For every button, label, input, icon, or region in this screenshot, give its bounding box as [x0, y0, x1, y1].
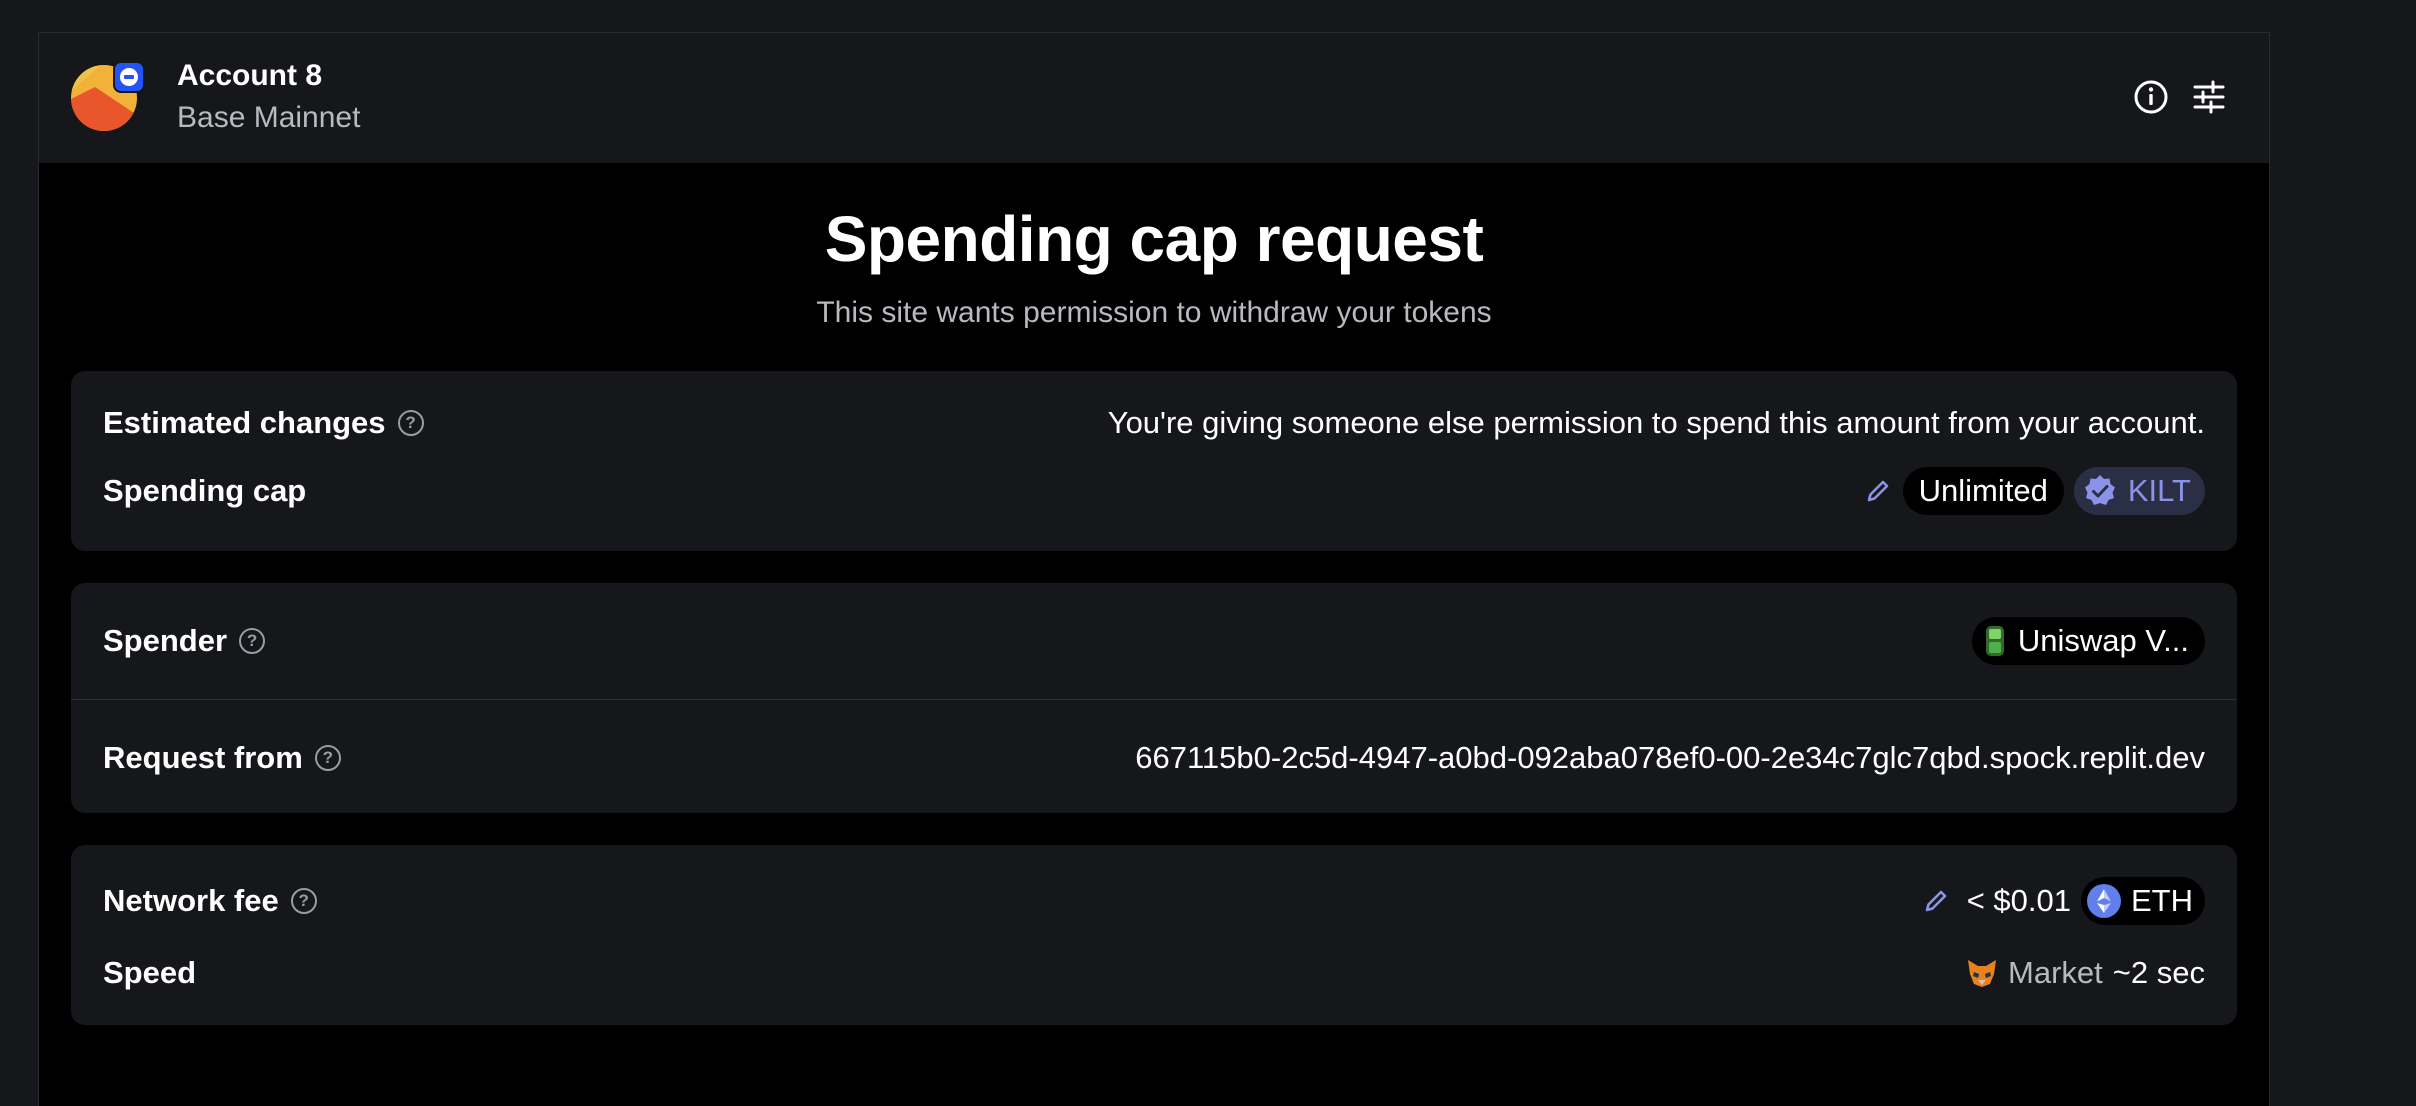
speed-mode: Market — [2008, 955, 2103, 990]
network-badge-icon — [113, 61, 145, 93]
speed-time: ~2 sec — [2112, 955, 2205, 990]
request-from-value: 667115b0-2c5d-4947-a0bd-092aba078ef0-00-… — [1135, 740, 2205, 775]
settings-sliders-icon[interactable] — [2191, 79, 2227, 115]
estimated-changes-description: You're giving someone else permission to… — [1107, 405, 2205, 440]
page-title: Spending cap request — [824, 203, 1484, 275]
help-icon[interactable]: ? — [314, 745, 341, 771]
estimated-changes-card: Estimated changes ? You're giving someon… — [71, 371, 2237, 551]
network-fee-value: < $0.01 — [1966, 883, 2071, 918]
account-avatar — [71, 61, 145, 131]
help-icon[interactable]: ? — [239, 628, 266, 654]
info-icon[interactable] — [2133, 79, 2169, 115]
request-from-label: Request from — [103, 740, 303, 775]
confirmation-window: Account 8 Base Mainnet Spending cap requ… — [38, 32, 2270, 1106]
help-icon[interactable]: ? — [397, 410, 424, 436]
network-fee-label: Network fee — [103, 883, 279, 918]
speed-label: Speed — [103, 955, 197, 990]
divider — [71, 699, 2237, 700]
spender-label: Spender — [103, 623, 228, 658]
token-pill-kilt[interactable]: KILT — [2073, 467, 2205, 515]
page-subtitle: This site wants permission to withdraw y… — [816, 296, 1492, 329]
help-icon[interactable]: ? — [290, 888, 317, 914]
eth-icon — [2087, 884, 2121, 918]
estimated-changes-label: Estimated changes — [103, 405, 386, 440]
network-fee-card: Network fee ? < $0.01 ETH Speed Market ~… — [71, 845, 2237, 1025]
account-name: Account 8 — [177, 59, 323, 92]
spending-cap-label: Spending cap — [103, 473, 307, 508]
confirmation-header: Account 8 Base Mainnet — [39, 33, 2269, 163]
edit-spending-cap-icon[interactable] — [1863, 476, 1893, 506]
verified-badge-icon — [2084, 475, 2115, 505]
spender-pill[interactable]: Uniswap V... — [1971, 617, 2205, 665]
fox-icon — [1968, 960, 1997, 987]
token-symbol: KILT — [2127, 473, 2191, 508]
contract-icon — [1985, 626, 2004, 656]
network-fee-token: ETH — [2131, 883, 2193, 918]
spender-card: Spender ? Uniswap V... Request from ? 66… — [71, 583, 2237, 813]
spender-value: Uniswap V... — [2017, 623, 2189, 658]
edit-gas-fee-icon[interactable] — [1921, 886, 1951, 916]
network-name: Base Mainnet — [177, 101, 361, 134]
token-pill-eth[interactable]: ETH — [2081, 877, 2205, 925]
spending-cap-value: Unlimited — [1902, 467, 2064, 515]
